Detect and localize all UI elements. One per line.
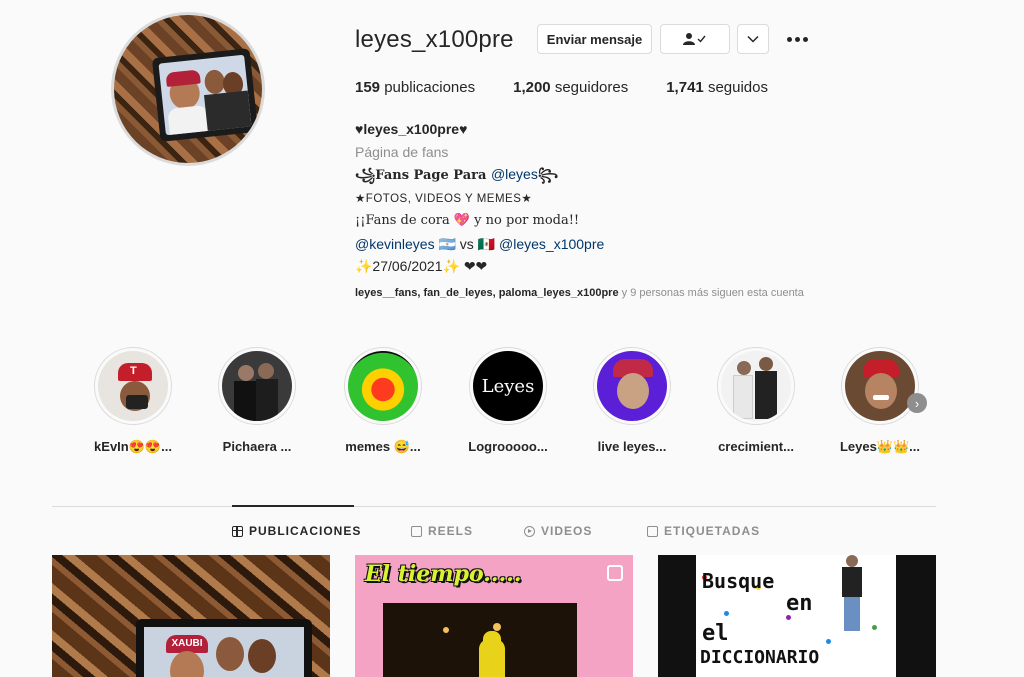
highlight-cover <box>222 351 292 421</box>
tab-label: ETIQUETADAS <box>664 524 761 538</box>
post-image: Busque en el DICCIONARIO <box>696 555 896 677</box>
following-stat[interactable]: 1,741 seguidos <box>666 79 768 96</box>
bio-vs: vs <box>455 235 478 252</box>
highlight-item[interactable]: Pichaera ... <box>207 347 307 454</box>
profile-username: leyes_x100pre <box>355 26 514 53</box>
highlight-cover <box>597 351 667 421</box>
profile-avatar[interactable] <box>111 12 265 166</box>
highlight-label: kEvIn😍😍... <box>94 439 172 454</box>
bio-line-1-prefix: ꧁Fans Page Para <box>355 168 491 183</box>
highlight-label: memes 😅... <box>345 439 421 454</box>
highlight-cover <box>348 351 418 421</box>
bio-category: Página de fans <box>355 143 449 160</box>
tab-publicaciones[interactable]: PUBLICACIONES <box>232 524 361 538</box>
bio-name: ♥leyes_x100pre♥ <box>355 121 468 137</box>
avatar-image <box>114 15 262 163</box>
post-word-1: Busque <box>702 569 775 593</box>
highlight-cover: Leyes <box>473 351 543 421</box>
chevron-right-icon: › <box>914 395 920 411</box>
profile-bio: ♥leyes_x100pre♥ Página de fans ꧁Fans Pag… <box>355 118 604 278</box>
highlight-label: Pichaera ... <box>222 439 292 454</box>
tab-label: PUBLICACIONES <box>249 524 362 538</box>
tab-etiquetadas[interactable]: ETIQUETADAS <box>647 524 760 538</box>
post-word-2: en <box>786 591 813 616</box>
highlight-cover-text: Leyes <box>481 375 535 397</box>
person-check-icon <box>683 33 706 45</box>
post-thumbnail[interactable]: El tiempo..... <box>355 555 633 677</box>
tab-label: REELS <box>428 524 474 538</box>
more-options-button[interactable] <box>782 28 812 50</box>
highlight-item[interactable]: live leyes... <box>582 347 682 454</box>
chevron-down-icon <box>747 35 759 43</box>
highlight-cover <box>721 351 791 421</box>
profile-page: leyes_x100pre Enviar mensaje 159 publica… <box>0 0 1024 677</box>
highlight-label: crecimient... <box>718 439 794 454</box>
highlight-item[interactable]: T kEvIn😍😍... <box>83 347 183 455</box>
highlight-cover: T <box>98 351 168 421</box>
following-count: 1,741 <box>666 79 704 96</box>
bio-mention-kevinleyes[interactable]: @kevinleyes <box>355 236 435 252</box>
grid-icon <box>232 525 243 537</box>
post-thumbnail[interactable]: XAUBI <box>52 555 330 677</box>
post-image <box>383 603 577 677</box>
bio-line-5: ✨27/06/2021✨ ❤❤ <box>355 258 488 274</box>
post-image: XAUBI <box>136 619 312 677</box>
followers-stat[interactable]: 1,200 seguidores <box>513 79 628 96</box>
followed-by[interactable]: leyes__fans, fan_de_leyes, paloma_leyes_… <box>355 287 804 299</box>
followed-by-rest: y 9 personas más siguen esta cuenta <box>618 287 804 299</box>
followed-by-names: leyes__fans, fan_de_leyes, paloma_leyes_… <box>355 287 619 299</box>
bio-line-4: @kevinleyes 🇦🇷 vs 🇲🇽 @leyes_x100pre <box>355 233 604 256</box>
bio-mention-leyes[interactable]: @leyes <box>491 166 538 182</box>
profile-stats: 159 publicaciones 1,200 seguidores 1,741… <box>355 79 806 96</box>
reels-icon <box>411 525 422 537</box>
more-dots-icon-part <box>794 36 800 42</box>
send-message-button[interactable]: Enviar mensaje <box>537 24 652 54</box>
video-icon <box>524 525 535 537</box>
followers-count: 1,200 <box>513 79 551 96</box>
more-dots-icon <box>786 36 792 42</box>
posts-count: 159 <box>355 79 381 96</box>
tab-videos[interactable]: VIDEOS <box>524 524 592 538</box>
active-tab-indicator <box>232 505 354 507</box>
tabs-divider <box>52 506 936 507</box>
highlight-item[interactable]: crecimient... <box>706 347 806 454</box>
highlight-label: live leyes... <box>597 439 667 454</box>
highlights-next-button[interactable]: › <box>907 393 927 413</box>
bio-line-1-suffix: ꧂ <box>537 168 559 183</box>
posts-label: publicaciones <box>384 79 476 96</box>
flag-icon-mexico: 🇲🇽 <box>477 235 496 252</box>
bio-mention-leyes-x100pre[interactable]: @leyes_x100pre <box>499 236 604 252</box>
post-thumbnail[interactable]: Busque en el DICCIONARIO <box>658 555 936 677</box>
posts-stat: 159 publicaciones <box>355 79 475 96</box>
tab-reels[interactable]: REELS <box>411 524 473 538</box>
carousel-icon <box>607 565 623 581</box>
highlight-cover <box>845 351 915 421</box>
post-word-3: el <box>702 621 729 646</box>
post-word-4: DICCIONARIO <box>700 647 820 668</box>
highlight-label: Leyes👑👑... <box>839 439 921 454</box>
following-label: seguidos <box>707 79 768 96</box>
post-person <box>838 555 866 635</box>
tagged-icon <box>647 525 658 537</box>
highlight-item[interactable]: memes 😅... <box>333 347 433 455</box>
following-button[interactable] <box>660 24 730 54</box>
post-title: El tiempo..... <box>365 561 522 587</box>
tab-label: VIDEOS <box>541 524 593 538</box>
flag-icon-argentina: 🇦🇷 <box>438 235 456 252</box>
highlight-item[interactable]: Leyes Logrooooo... <box>458 347 558 454</box>
highlight-label: Logrooooo... <box>468 439 548 454</box>
bio-line-1: ꧁Fans Page Para @leyes꧂ <box>355 163 604 188</box>
suggestions-dropdown-button[interactable] <box>737 24 769 54</box>
more-dots-icon-part <box>802 36 808 42</box>
bio-line-2: ★FOTOS, VIDEOS Y MEMES★ <box>355 192 533 205</box>
bio-line-3: ¡¡Fans de cora 💖 y no por moda!! <box>355 213 580 228</box>
followers-label: seguidores <box>554 79 629 96</box>
